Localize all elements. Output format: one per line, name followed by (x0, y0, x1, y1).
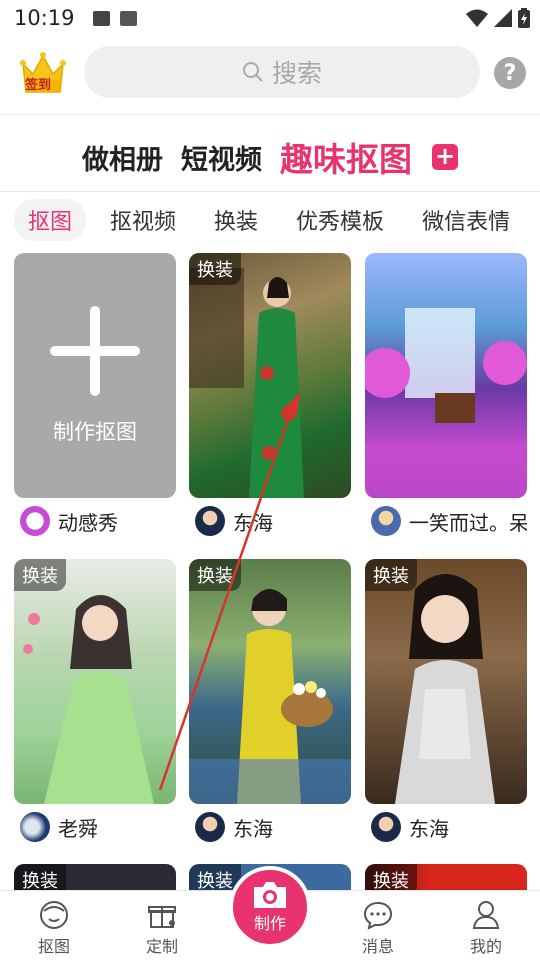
add-tab-icon[interactable]: + (432, 144, 458, 170)
battery-icon (518, 8, 530, 28)
status-time: 10:19 (14, 6, 75, 30)
author-row[interactable]: 东海 (371, 812, 449, 842)
subtab-outfit[interactable]: 换装 (200, 199, 272, 241)
template-card[interactable]: 换装 (14, 559, 176, 804)
template-thumbnail (189, 268, 304, 498)
status-bar: 10:19 (0, 0, 540, 36)
search-placeholder: 搜索 (271, 59, 322, 88)
outfit-tag: 换装 (365, 559, 417, 591)
template-card[interactable]: 换装 (189, 559, 351, 804)
template-thumbnail (23, 595, 154, 804)
outfit-tag: 换装 (14, 559, 66, 591)
tab-short-video[interactable]: 短视频 (181, 138, 262, 177)
template-thumbnail (365, 308, 527, 498)
template-card[interactable]: 换装 (365, 559, 527, 804)
make-cutout-card[interactable]: 制作抠图 (14, 253, 176, 498)
checkin-label: 签到 (25, 78, 52, 93)
nav-mine[interactable]: 我的 (446, 899, 526, 957)
author-name: 老舜 (58, 816, 98, 841)
avatar (20, 812, 50, 842)
sub-tabs: 抠图 抠视频 换装 优秀模板 微信表情 (0, 199, 540, 241)
template-card[interactable]: 换装 (189, 253, 351, 498)
make-cutout-label: 制作抠图 (53, 419, 137, 444)
person-icon (472, 901, 500, 929)
author-name: 东海 (409, 816, 449, 841)
author-name: 东海 (233, 510, 273, 535)
main-tabs: 做相册 短视频 趣味抠图 + (0, 132, 540, 182)
header-divider (0, 114, 540, 115)
app-notification-icon (119, 10, 137, 26)
tabs-divider (0, 191, 540, 192)
nav-messages[interactable]: 消息 (338, 899, 418, 957)
camera-icon (254, 882, 286, 908)
template-card[interactable] (365, 253, 527, 498)
author-row[interactable]: 动感秀 (20, 506, 118, 536)
author-row[interactable]: 老舜 (20, 812, 98, 842)
question-icon: ? (503, 60, 517, 86)
signal-icon (494, 9, 512, 27)
avatar (371, 812, 401, 842)
image-notification-icon (92, 10, 110, 26)
nav-cutout[interactable]: 抠图 (14, 899, 94, 957)
nav-messages-label: 消息 (361, 937, 394, 956)
author-name: 动感秀 (58, 510, 118, 535)
help-button[interactable]: ? (494, 57, 526, 89)
subtab-cutout[interactable]: 抠图 (14, 199, 87, 241)
avatar (371, 506, 401, 536)
subtab-wechat-stickers[interactable]: 微信表情 (408, 199, 524, 241)
search-input[interactable]: 搜索 (84, 46, 480, 98)
search-icon (242, 62, 263, 82)
author-row[interactable]: 东海 (195, 506, 273, 536)
create-button-label: 制作 (253, 914, 286, 933)
checkin-button[interactable]: 签到 (20, 50, 66, 96)
plus-icon (50, 305, 140, 396)
outfit-tag: 换装 (189, 253, 241, 285)
avatar (20, 506, 50, 536)
tab-album[interactable]: 做相册 (82, 138, 163, 177)
author-row[interactable]: 东海 (195, 812, 273, 842)
create-button[interactable]: 制作 (229, 866, 311, 948)
chat-icon (363, 901, 393, 930)
subtab-cut-video[interactable]: 抠视频 (96, 199, 190, 241)
author-row[interactable]: 一笑而过。呆 (371, 506, 527, 536)
face-icon (40, 901, 68, 929)
template-thumbnail (395, 574, 495, 804)
avatar (195, 506, 225, 536)
nav-custom-label: 定制 (145, 937, 178, 956)
author-name: 一笑而过。呆 (409, 510, 527, 535)
subtab-templates[interactable]: 优秀模板 (282, 199, 398, 241)
nav-custom[interactable]: 定制 (122, 899, 202, 957)
nav-cutout-label: 抠图 (37, 937, 70, 956)
author-name: 东海 (233, 816, 273, 841)
outfit-tag: 换装 (189, 559, 241, 591)
top-header: 签到 搜索 ? (0, 36, 540, 114)
wifi-icon (466, 9, 488, 27)
template-thumbnail (189, 589, 351, 804)
tab-fun-cutout[interactable]: 趣味抠图 (280, 133, 412, 181)
avatar (195, 812, 225, 842)
app-screen: 10:19 签到 搜索 ? 做相册 短视频 趣味抠图 + 抠图 抠视频 换装 优… (0, 0, 540, 960)
gift-icon (148, 906, 176, 928)
nav-mine-label: 我的 (469, 937, 502, 956)
